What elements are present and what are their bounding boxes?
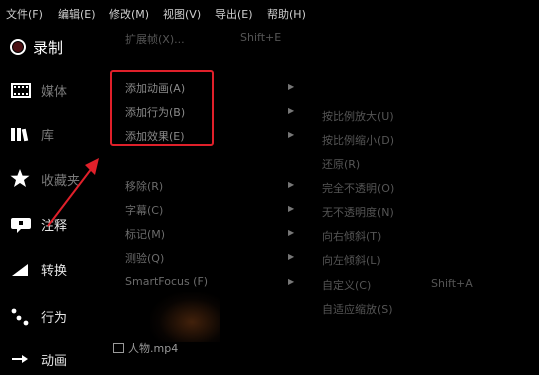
highlight-box	[110, 70, 214, 146]
library-icon	[10, 123, 32, 145]
sidebar-item-behaviors[interactable]: 行为	[0, 302, 105, 332]
chevron-right-icon: ▶	[288, 82, 295, 91]
menu-view[interactable]: 视图(V)	[163, 6, 201, 22]
submenu-custom[interactable]: 自定义(C)	[322, 277, 371, 293]
sidebar-item-label: 媒体	[41, 85, 68, 100]
submenu-scale-down[interactable]: 按比例缩小(D)	[322, 132, 394, 148]
menu-extend-frame[interactable]: 扩展帧(X)...	[125, 31, 185, 47]
record-button[interactable]: 录制	[0, 33, 105, 63]
submenu-tilt-left[interactable]: 向左倾斜(L)	[322, 252, 381, 268]
submenu-tilt-right[interactable]: 向右倾斜(T)	[322, 228, 381, 244]
sidebar-item-label: 注释	[41, 219, 68, 234]
chevron-right-icon: ▶	[288, 277, 295, 286]
sidebar-item-media[interactable]: 媒体	[0, 76, 105, 106]
sidebar-item-animations[interactable]: 动画	[0, 345, 105, 375]
menu-edit[interactable]: 编辑(E)	[58, 6, 96, 22]
chevron-right-icon: ▶	[288, 106, 295, 115]
chevron-right-icon: ▶	[288, 204, 295, 213]
record-icon	[10, 36, 32, 58]
submenu-adaptive-scale[interactable]: 自适应缩放(S)	[322, 301, 393, 317]
film-icon	[10, 79, 32, 101]
menu-extend-frame-shortcut: Shift+E	[240, 31, 282, 44]
menu-file[interactable]: 文件(F)	[6, 6, 43, 22]
animation-icon	[10, 348, 32, 370]
media-file[interactable]: 人物.mp4	[113, 340, 178, 356]
file-name: 人物.mp4	[128, 342, 179, 355]
behavior-icon	[10, 305, 32, 327]
annotation-icon	[10, 213, 32, 235]
submenu-custom-shortcut: Shift+A	[431, 277, 473, 290]
sidebar-item-label: 收藏夹	[41, 174, 81, 189]
chevron-right-icon: ▶	[288, 252, 295, 261]
menu-bar: 文件(F) 编辑(E) 修改(M) 视图(V) 导出(E) 帮助(H)	[0, 0, 539, 26]
sidebar-item-label: 库	[41, 129, 55, 144]
menu-markers[interactable]: 标记(M)	[125, 226, 165, 242]
menu-quiz[interactable]: 测验(Q)	[125, 250, 164, 266]
submenu-scale-up[interactable]: 按比例放大(U)	[322, 108, 394, 124]
chevron-right-icon: ▶	[288, 180, 295, 189]
menu-smartfocus[interactable]: SmartFocus (F)	[125, 275, 208, 288]
chevron-right-icon: ▶	[288, 228, 295, 237]
file-icon	[113, 343, 124, 353]
sidebar-item-label: 转换	[41, 264, 68, 279]
sidebar-item-label: 动画	[41, 354, 68, 369]
sidebar-item-library[interactable]: 库	[0, 120, 105, 150]
submenu-fully-opaque[interactable]: 完全不透明(O)	[322, 180, 394, 196]
sidebar-item-transitions[interactable]: 转换	[0, 255, 105, 285]
sidebar-item-label: 行为	[41, 311, 68, 326]
menu-captions[interactable]: 字幕(C)	[125, 202, 163, 218]
sidebar-item-annotations[interactable]: 注释	[0, 210, 105, 240]
record-label: 录制	[33, 39, 64, 57]
menu-help[interactable]: 帮助(H)	[267, 6, 306, 22]
menu-export[interactable]: 导出(E)	[215, 6, 253, 22]
menu-modify[interactable]: 修改(M)	[109, 6, 149, 22]
submenu-restore[interactable]: 还原(R)	[322, 156, 360, 172]
sidebar-item-favorites[interactable]: 收藏夹	[0, 165, 105, 195]
submenu-no-opacity[interactable]: 无不透明度(N)	[322, 204, 394, 220]
transition-icon	[10, 258, 32, 280]
chevron-right-icon: ▶	[288, 130, 295, 139]
star-icon	[10, 168, 32, 190]
media-thumbnail[interactable]	[150, 292, 220, 342]
menu-remove[interactable]: 移除(R)	[125, 178, 163, 194]
